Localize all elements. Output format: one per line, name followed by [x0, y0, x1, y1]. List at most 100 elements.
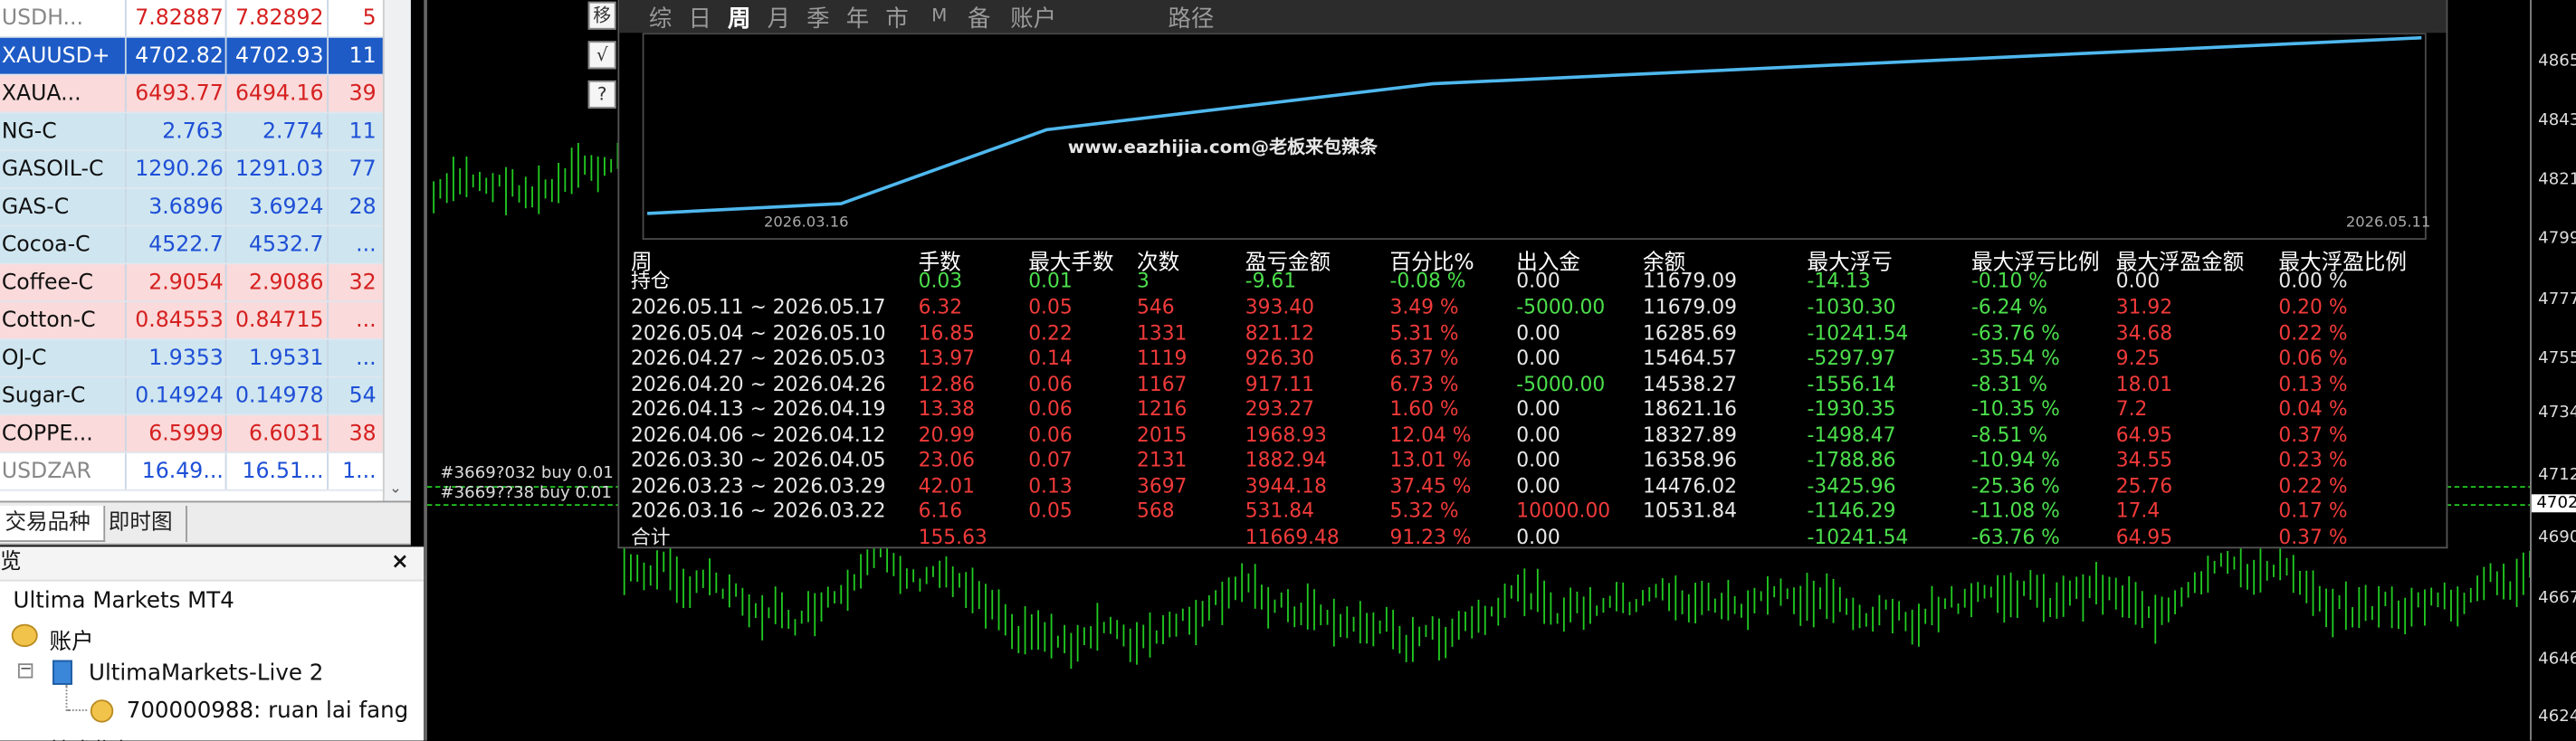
price-axis: 4865 4843 4821 4799 4777 4755 4734 4712 4702 4690…	[2530, 0, 2576, 741]
cell-week: 2026.03.30 ~ 2026.04.05	[630, 448, 886, 471]
chevron-down-icon[interactable]: ⌄	[389, 481, 405, 498]
column-separator	[327, 452, 329, 489]
toolbar-tab[interactable]: 路径	[1168, 2, 1214, 34]
toolbar-tab[interactable]: M	[931, 5, 947, 26]
market-watch-row[interactable]: Cotton-C 0.84553 0.84715...	[0, 301, 383, 340]
cell-balance: 15464.57	[1643, 346, 1737, 370]
market-watch-row[interactable]: NG-C 2.763 2.774 11	[0, 113, 383, 151]
cell-mfl: -1930.35	[1807, 397, 1896, 421]
ask-price: 16.51...	[242, 460, 324, 485]
cell-mflp: -35.54 %	[1971, 346, 2060, 370]
column-separator	[327, 301, 329, 338]
column-separator	[124, 75, 127, 112]
toolbar-tab[interactable]: 账户	[1010, 2, 1056, 34]
cell-lots: 6.16	[918, 499, 963, 523]
column-separator	[327, 226, 329, 263]
collapse-icon[interactable]: −	[17, 662, 33, 679]
cell-mflp: -8.31 %	[1971, 372, 2047, 395]
toolbar-tab[interactable]: 年	[846, 2, 869, 34]
market-watch-row[interactable]: GAS-C 3.6896 3.6924 28	[0, 188, 383, 227]
toolbar-tab[interactable]: 周	[728, 2, 750, 34]
price-label: 4690	[2538, 528, 2576, 547]
ask-price: 1.9531	[248, 346, 324, 372]
cell-max-float-loss-pct: -0.10 %	[1971, 269, 2047, 293]
bid-price: 0.14924	[135, 384, 224, 409]
cell-mfl: -1788.86	[1807, 448, 1896, 471]
market-watch-tabs: 交易品种 即时图	[0, 500, 411, 546]
cell-mfp: 64.95	[2115, 423, 2173, 446]
cell-mfl: -1146.29	[1807, 499, 1896, 523]
cell-mfp: 9.25	[2115, 346, 2161, 370]
column-separator	[224, 377, 227, 414]
cell-lots: 0.03	[918, 269, 963, 293]
cell-mfpp: 0.04 %	[2278, 397, 2348, 421]
cell-mflp: -8.51 %	[1971, 423, 2047, 446]
cell-pct: 37.45 %	[1389, 473, 1472, 498]
price-label: 4777	[2538, 290, 2576, 309]
symbol-name: OJ-C	[1, 346, 47, 372]
cell-mfp: 7.2	[2115, 397, 2148, 421]
cell-pnl: 531.84	[1245, 499, 1314, 523]
cell-week: 2026.03.23 ~ 2026.03.29	[630, 473, 886, 498]
column-separator	[124, 452, 127, 489]
column-separator	[224, 301, 227, 338]
market-watch-row[interactable]: Cocoa-C 4522.7 4532.7...	[0, 226, 383, 265]
toolbar-tab[interactable]: 月	[768, 2, 790, 34]
cell-max_lots: 0.06	[1028, 423, 1073, 446]
move-button[interactable]: 移	[587, 1, 616, 30]
server-icon	[52, 660, 72, 685]
column-separator	[327, 37, 329, 74]
toolbar-tab[interactable]: 季	[806, 2, 829, 34]
market-watch-row[interactable]: GASOIL-C 1290.26 1291.03 77	[0, 150, 383, 189]
market-watch-scrollbar[interactable]: ⌄	[382, 0, 411, 501]
spread: 11	[348, 119, 377, 145]
toolbar-tab[interactable]: 日	[688, 2, 711, 34]
market-watch-row[interactable]: XAUUSD+ 4702.82 4702.93 11	[0, 37, 383, 76]
cell-pct: 6.73 %	[1389, 372, 1459, 395]
stats-toolbar: 综日周月季年市 M 备账户 路径	[619, 0, 2447, 34]
cell-mfl: -3425.96	[1807, 473, 1896, 498]
equity-curve: www.eazhijia.com@老板来包辣条 2026.03.16 2026.…	[642, 33, 2430, 240]
cell-balance: 18327.89	[1643, 423, 1737, 446]
tab-tick-chart[interactable]: 即时图	[95, 506, 187, 542]
market-watch-row[interactable]: OJ-C 1.9353 1.9531...	[0, 339, 383, 378]
cell-mfpp: 0.22 %	[2278, 320, 2348, 345]
market-watch-row[interactable]: USDZAR 16.49... 16.51... 1...	[0, 452, 383, 491]
navigator-account[interactable]: 700000988: ruan lai fang	[127, 698, 408, 724]
spread: 54	[348, 384, 377, 409]
price-label: 4843	[2538, 111, 2576, 130]
check-button[interactable]: √	[587, 41, 616, 70]
bid-price: 4702.82	[135, 44, 224, 70]
navigator-root[interactable]: Ultima Markets MT4	[14, 588, 234, 614]
close-icon[interactable]: ×	[391, 546, 409, 579]
bid-price: 0.84553	[135, 309, 224, 334]
market-watch-row[interactable]: COPPE... 6.5999 6.6031 38	[0, 415, 383, 453]
column-separator	[224, 150, 227, 187]
navigator-accounts[interactable]: 账户	[49, 622, 93, 655]
spread: 32	[348, 271, 377, 296]
column-separator	[124, 339, 127, 376]
cell-pnl: 1882.94	[1245, 448, 1327, 471]
cell-balance: 16358.96	[1643, 448, 1737, 471]
market-watch-row[interactable]: USDH... 7.82887 7.82892 5	[0, 0, 383, 38]
symbol-name: GAS-C	[1, 195, 70, 221]
column-separator	[124, 150, 127, 187]
toolbar-tab[interactable]: 市	[885, 2, 908, 34]
column-separator	[327, 415, 329, 452]
market-watch-row[interactable]: Coffee-C 2.9054 2.9086 32	[0, 264, 383, 302]
toolbar-tab[interactable]: 综	[649, 2, 672, 34]
cell-pnl: -9.61	[1245, 269, 1297, 293]
symbol-name: USDH...	[1, 6, 84, 32]
cell-lots: 6.32	[918, 295, 963, 319]
market-watch-row[interactable]: XAUA... 6493.77 6494.16 39	[0, 75, 383, 114]
tab-symbols[interactable]: 交易品种	[0, 506, 106, 542]
column-separator	[327, 188, 329, 225]
navigator-server[interactable]: UltimaMarkets-Live 2	[89, 660, 323, 687]
equity-line	[647, 35, 2422, 215]
spread: ...	[356, 346, 377, 372]
help-button[interactable]: ?	[587, 80, 616, 109]
market-watch-panel: USDH... 7.82887 7.82892 5 XAUUSD+ 4702.82 4702…	[0, 0, 411, 501]
market-watch-row[interactable]: Sugar-C 0.14924 0.14978 54	[0, 377, 383, 416]
toolbar-tab[interactable]: 备	[968, 2, 990, 34]
navigator-indicators[interactable]: 技术指标	[49, 732, 138, 741]
